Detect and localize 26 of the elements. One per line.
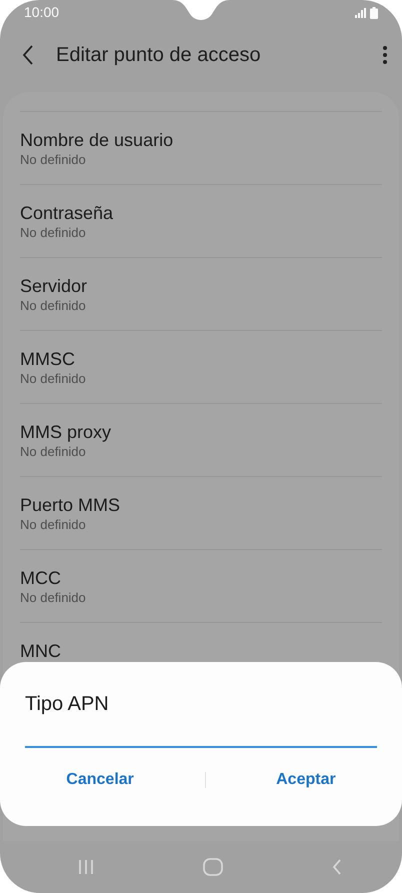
battery-icon [370,6,378,18]
setting-label[interactable]: Contraseña [20,202,382,224]
setting-label[interactable]: Nombre de usuario [20,129,382,151]
status-time: 10:00 [24,3,60,22]
back-icon[interactable] [22,44,34,64]
setting-value: No definido [20,224,87,241]
setting-value: No definido [20,151,87,168]
setting-label[interactable]: Puerto MMS [20,494,382,516]
setting-label[interactable]: MNC [20,640,382,662]
recent-apps-icon[interactable] [78,859,94,875]
setting-label[interactable]: MMSC [20,348,382,370]
dialog-button[interactable]: Aceptar [264,764,348,796]
setting-value: No definido [20,516,87,533]
setting-value: No definido [20,443,87,460]
screen-title: Editar punto de acceso [56,42,262,68]
dialog-title: Tipo APN [25,692,110,716]
setting-label[interactable]: Servidor [20,275,382,297]
dialog-button[interactable]: Cancelar [54,764,146,796]
setting-label[interactable]: MCC [20,567,382,589]
setting-value: No definido [20,589,87,606]
setting-value: No definido [20,297,87,314]
home-icon[interactable] [203,858,223,876]
signal-icon [355,8,366,18]
more-options-icon[interactable] [382,44,388,64]
setting-label[interactable]: MMS proxy [20,421,382,443]
setting-value: No definido [20,370,87,387]
